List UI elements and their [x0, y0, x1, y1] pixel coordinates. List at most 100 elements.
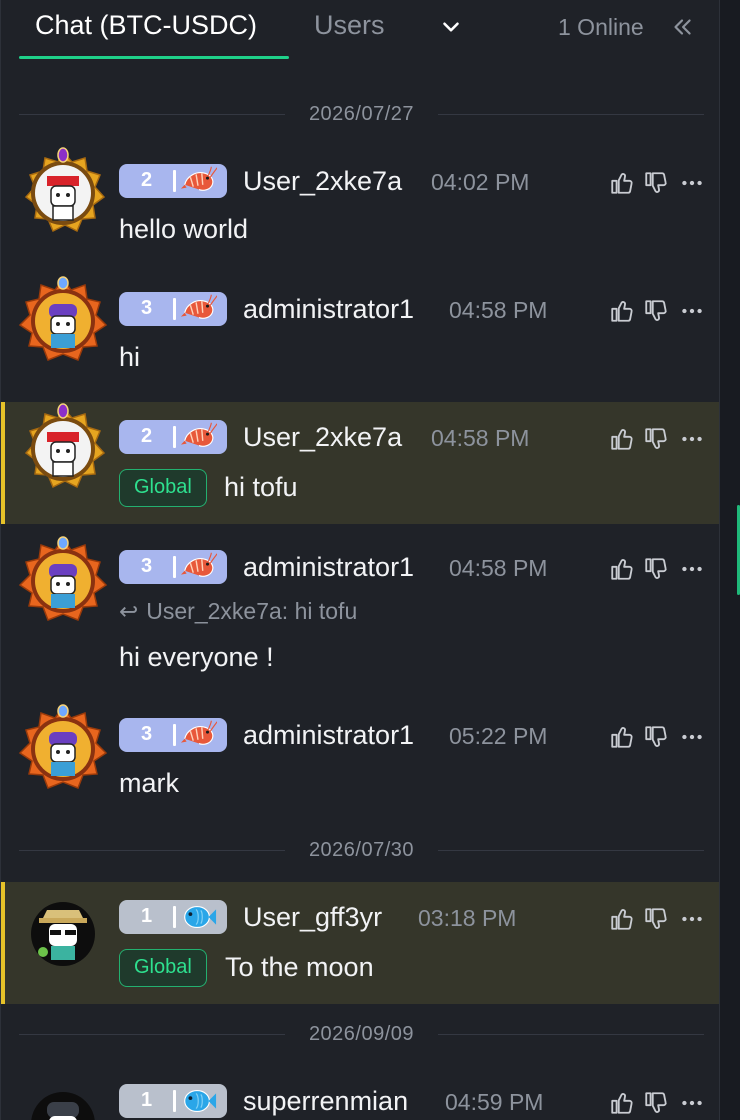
thumbs-down-icon[interactable] [643, 906, 669, 932]
chat-message-highlighted: 2 User_2xke7a 04:58 PM Global hi tofu [1, 402, 719, 524]
more-options-icon[interactable] [679, 298, 705, 324]
timestamp: 04:59 PM [445, 1089, 544, 1115]
reply-reference[interactable]: ↩ User_2xke7a: hi tofu [119, 598, 357, 625]
tab-users[interactable]: Users [314, 10, 385, 41]
date-separator: 2026/07/27 [19, 102, 704, 126]
user-level-badge: 2 [119, 164, 227, 198]
level-number: 3 [141, 297, 153, 319]
divider [438, 114, 704, 115]
double-chevron-left-icon[interactable] [669, 14, 695, 40]
fish-icon [179, 1085, 217, 1117]
purple-hat-avatar[interactable] [13, 702, 113, 794]
message-actions [609, 298, 705, 326]
purple-hat-avatar[interactable] [13, 274, 113, 366]
message-actions [609, 556, 705, 584]
message-text: mark [119, 768, 179, 798]
username[interactable]: User_gff3yr [243, 902, 382, 933]
message-actions [609, 170, 705, 198]
global-tag[interactable]: Global [119, 469, 207, 507]
shrimp-icon [179, 421, 217, 453]
chat-message: 2 User_2xke7a 04:02 PM hello world [1, 140, 719, 258]
username[interactable]: superrenmian [243, 1086, 408, 1117]
date-separator: 2026/07/30 [19, 838, 704, 862]
badge-divider [173, 170, 176, 192]
shrimp-icon [179, 551, 217, 583]
username[interactable]: administrator1 [243, 294, 414, 325]
global-tag[interactable]: Global [119, 949, 207, 987]
ninja-avatar[interactable] [13, 146, 113, 238]
thumbs-down-icon[interactable] [643, 298, 669, 324]
badge-divider [173, 724, 176, 746]
badge-divider [173, 1090, 176, 1112]
level-number: 2 [141, 169, 153, 191]
active-tab-indicator [19, 56, 289, 59]
chat-header: Chat (BTC-USDC) Users 1 Online [1, 0, 719, 62]
tab-chat[interactable]: Chat (BTC-USDC) [35, 10, 257, 41]
thumbs-down-icon[interactable] [643, 556, 669, 582]
thumbs-up-icon[interactable] [609, 556, 635, 582]
thumbs-down-icon[interactable] [643, 426, 669, 452]
more-options-icon[interactable] [679, 426, 705, 452]
message-actions [609, 426, 705, 454]
chat-message: 3 administrator1 04:58 PM ↩ User_2xke7a: … [1, 526, 719, 696]
fish-icon [179, 901, 217, 933]
badge-divider [173, 298, 176, 320]
shrimp-icon [179, 719, 217, 751]
badge-divider [173, 556, 176, 578]
message-text: hello world [119, 214, 249, 244]
chat-message: 1 superrenmian 04:59 PM [1, 1066, 719, 1120]
user-level-badge: 2 [119, 420, 227, 454]
thumbs-down-icon[interactable] [643, 170, 669, 196]
beanie-avatar[interactable] [13, 1078, 113, 1120]
level-number: 2 [141, 425, 153, 447]
message-text: hi tofu [224, 472, 298, 502]
sunglasses-avatar[interactable] [13, 888, 113, 980]
date-separator: 2026/09/09 [19, 1022, 704, 1046]
username[interactable]: administrator1 [243, 552, 414, 583]
more-options-icon[interactable] [679, 724, 705, 750]
purple-hat-avatar[interactable] [13, 534, 113, 626]
timestamp: 04:58 PM [449, 555, 548, 581]
timestamp: 03:18 PM [418, 905, 517, 931]
message-text: hi everyone ! [119, 642, 274, 672]
thumbs-down-icon[interactable] [643, 1090, 669, 1116]
divider [438, 850, 704, 851]
timestamp: 04:02 PM [431, 169, 530, 195]
timestamp: 05:22 PM [449, 723, 548, 749]
chat-message: 3 administrator1 04:58 PM hi [1, 268, 719, 386]
online-count: 1 Online [558, 14, 644, 40]
more-options-icon[interactable] [679, 170, 705, 196]
user-level-badge: 1 [119, 1084, 227, 1118]
level-number: 1 [141, 905, 153, 927]
thumbs-down-icon[interactable] [643, 724, 669, 750]
chevron-down-icon[interactable] [438, 14, 464, 40]
badge-divider [173, 426, 176, 448]
username[interactable]: User_2xke7a [243, 166, 402, 197]
level-number: 3 [141, 555, 153, 577]
thumbs-up-icon[interactable] [609, 298, 635, 324]
username[interactable]: User_2xke7a [243, 422, 402, 453]
level-number: 1 [141, 1089, 153, 1111]
more-options-icon[interactable] [679, 906, 705, 932]
thumbs-up-icon[interactable] [609, 1090, 635, 1116]
divider [438, 1034, 704, 1035]
timestamp: 04:58 PM [431, 425, 530, 451]
thumbs-up-icon[interactable] [609, 906, 635, 932]
user-level-badge: 3 [119, 292, 227, 326]
chat-message-highlighted: 1 User_gff3yr 03:18 PM Global To the moo… [1, 882, 719, 1004]
thumbs-up-icon[interactable] [609, 426, 635, 452]
shrimp-icon [179, 293, 217, 325]
reply-arrow-icon: ↩ [119, 598, 139, 624]
message-text: hi [119, 342, 141, 372]
more-options-icon[interactable] [679, 1090, 705, 1116]
thumbs-up-icon[interactable] [609, 724, 635, 750]
username[interactable]: administrator1 [243, 720, 414, 751]
ninja-avatar[interactable] [13, 402, 113, 494]
message-actions [609, 906, 705, 934]
thumbs-up-icon[interactable] [609, 170, 635, 196]
more-options-icon[interactable] [679, 556, 705, 582]
chat-panel: Chat (BTC-USDC) Users 1 Online 2026/07/2… [0, 0, 720, 1120]
reply-quote: User_2xke7a: hi tofu [146, 598, 358, 624]
right-gutter [720, 0, 740, 1120]
message-actions [609, 724, 705, 752]
